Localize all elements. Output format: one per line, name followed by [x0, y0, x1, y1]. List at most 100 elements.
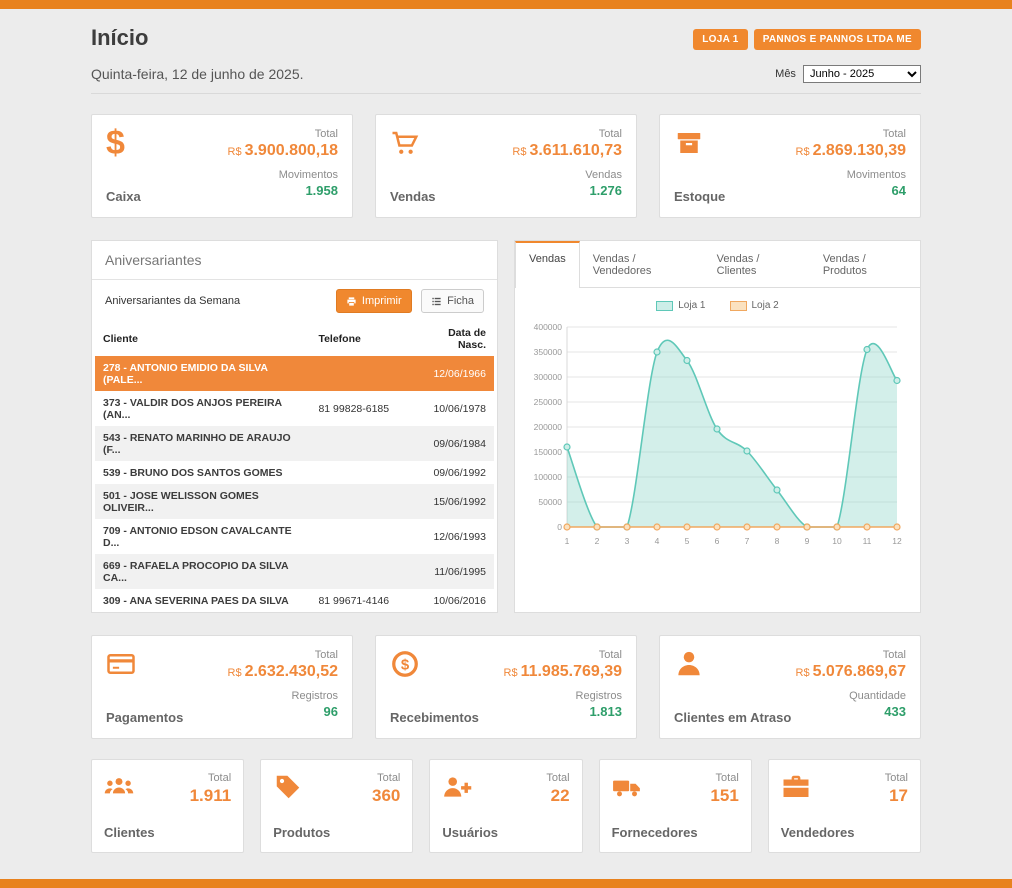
birthdate-cell: 11/06/1995: [414, 554, 494, 589]
mini-card-vendedores: Vendedores Total 17: [768, 759, 921, 853]
month-filter: Mês Junho - 2025: [775, 65, 921, 83]
total-value: 17: [885, 786, 908, 806]
svg-text:300000: 300000: [534, 372, 563, 382]
table-row[interactable]: 309 - ANA SEVERINA PAES DA SILVA 81 9967…: [95, 589, 494, 612]
tab-vendas-clientes[interactable]: Vendas / Clientes: [704, 241, 810, 287]
table-row[interactable]: 539 - BRUNO DOS SANTOS GOMES 09/06/1992: [95, 461, 494, 484]
print-button[interactable]: Imprimir: [336, 289, 412, 313]
table-row[interactable]: 373 - VALDIR DOS ANJOS PEREIRA (AN... 81…: [95, 391, 494, 426]
total-value: R$3.900.800,18: [228, 142, 338, 160]
birthdate-cell: 10/06/2016: [414, 589, 494, 612]
birthdate-cell: 09/06/1984: [414, 426, 494, 461]
svg-text:0: 0: [557, 522, 562, 532]
stat-title: Estoque: [674, 189, 725, 204]
birthdate-cell: 09/06/1992: [414, 461, 494, 484]
svg-text:250000: 250000: [534, 397, 563, 407]
phone-cell: [310, 356, 414, 391]
birthdate-cell: 10/06/1978: [414, 391, 494, 426]
chart-container: 0500001000001500002000002500003000003500…: [515, 313, 920, 562]
client-cell: 539 - BRUNO DOS SANTOS GOMES: [95, 461, 310, 484]
total-value: R$5.076.869,67: [796, 663, 906, 681]
svg-text:10: 10: [832, 536, 842, 546]
loja1-swatch: [656, 301, 673, 311]
table-row[interactable]: 278 - ANTONIO EMIDIO DA SILVA (PALE... 1…: [95, 356, 494, 391]
table-row[interactable]: 709 - ANTONIO EDSON CAVALCANTE D... 12/0…: [95, 519, 494, 554]
count-label: Registros: [228, 690, 338, 702]
company-button[interactable]: PANNOS E PANNOS LTDA ME: [754, 29, 921, 50]
total-label: Total: [546, 772, 569, 784]
total-label: Total: [885, 772, 908, 784]
stat-card-caixa: $ Caixa Total R$3.900.800,18 Movimentos …: [91, 114, 353, 218]
total-value: 151: [710, 786, 738, 806]
archive-icon: [674, 128, 704, 158]
summary-row-top: $ Caixa Total R$3.900.800,18 Movimentos …: [91, 114, 921, 218]
bottom-accent-bar: [0, 879, 1012, 888]
stat-title: Fornecedores: [612, 825, 698, 840]
total-value: R$3.611.610,73: [512, 142, 622, 160]
svg-text:50000: 50000: [538, 497, 562, 507]
total-label: Total: [228, 649, 338, 661]
table-row[interactable]: 669 - RAFAELA PROCOPIO DA SILVA CA... 11…: [95, 554, 494, 589]
month-select[interactable]: Junho - 2025: [803, 65, 921, 83]
count-value: 1.276: [512, 183, 622, 198]
table-row[interactable]: 501 - JOSE WELISSON GOMES OLIVEIR... 15/…: [95, 484, 494, 519]
total-label: Total: [512, 128, 622, 140]
total-value: 360: [372, 786, 400, 806]
dollar-icon: $: [106, 128, 141, 162]
count-value: 96: [228, 704, 338, 719]
client-cell: 543 - RENATO MARINHO DE ARAUJO (F...: [95, 426, 310, 461]
legend-loja1: Loja 1: [656, 300, 705, 311]
count-value: 1.813: [504, 704, 623, 719]
tab-vendas-produtos[interactable]: Vendas / Produtos: [810, 241, 920, 287]
total-label: Total: [796, 128, 906, 140]
column-header-data-nasc: Data de Nasc.: [414, 322, 494, 356]
count-label: Movimentos: [228, 169, 338, 181]
birthdays-table: Cliente Telefone Data de Nasc. 278 - ANT…: [95, 322, 494, 612]
client-cell: 373 - VALDIR DOS ANJOS PEREIRA (AN...: [95, 391, 310, 426]
count-label: Quantidade: [796, 690, 906, 702]
total-label: Total: [710, 772, 738, 784]
ficha-button[interactable]: Ficha: [421, 289, 484, 313]
svg-text:11: 11: [863, 536, 872, 546]
total-value: 22: [546, 786, 569, 806]
stat-card-clientes-atraso: Clientes em Atraso Total R$5.076.869,67 …: [659, 635, 921, 739]
count-label: Vendas: [512, 169, 622, 181]
birthdate-cell: 12/06/1966: [414, 356, 494, 391]
svg-text:6: 6: [715, 536, 720, 546]
stat-title: Caixa: [106, 189, 141, 204]
total-label: Total: [796, 649, 906, 661]
stat-title: Recebimentos: [390, 710, 479, 725]
svg-text:2: 2: [595, 536, 600, 546]
stat-title: Clientes: [104, 825, 155, 840]
chart-legend: Loja 1 Loja 2: [515, 288, 920, 313]
birthdays-panel-title: Aniversariantes: [92, 241, 497, 280]
phone-cell: [310, 554, 414, 589]
svg-text:4: 4: [655, 536, 660, 546]
currency-prefix: R$: [504, 667, 518, 679]
svg-text:350000: 350000: [534, 347, 563, 357]
mini-card-clientes: Clientes Total 1.911: [91, 759, 244, 853]
store-button[interactable]: LOJA 1: [693, 29, 747, 50]
list-icon: [431, 296, 442, 307]
total-label: Total: [228, 128, 338, 140]
table-row[interactable]: 543 - RENATO MARINHO DE ARAUJO (F... 09/…: [95, 426, 494, 461]
mini-card-usuarios: Usuários Total 22: [429, 759, 582, 853]
printer-icon: [346, 296, 357, 307]
current-date: Quinta-feira, 12 de junho de 2025.: [91, 66, 304, 82]
svg-text:200000: 200000: [534, 422, 563, 432]
people-icon: [104, 772, 134, 802]
tab-vendas-vendedores[interactable]: Vendas / Vendedores: [580, 241, 704, 287]
total-value: 1.911: [190, 786, 232, 806]
count-label: Registros: [504, 690, 623, 702]
stat-title: Produtos: [273, 825, 330, 840]
legend-loja2: Loja 2: [730, 300, 779, 311]
header-buttons: LOJA 1 PANNOS E PANNOS LTDA ME: [693, 29, 921, 50]
mini-card-produtos: Produtos Total 360: [260, 759, 413, 853]
currency-prefix: R$: [512, 146, 526, 158]
sales-panel: Vendas Vendas / Vendedores Vendas / Clie…: [514, 240, 921, 613]
stat-card-pagamentos: Pagamentos Total R$2.632.430,52 Registro…: [91, 635, 353, 739]
tab-vendas[interactable]: Vendas: [515, 241, 580, 288]
tag-icon: [273, 772, 303, 802]
stat-card-recebimentos: $ Recebimentos Total R$11.985.769,39 Reg…: [375, 635, 637, 739]
total-label: Total: [372, 772, 400, 784]
